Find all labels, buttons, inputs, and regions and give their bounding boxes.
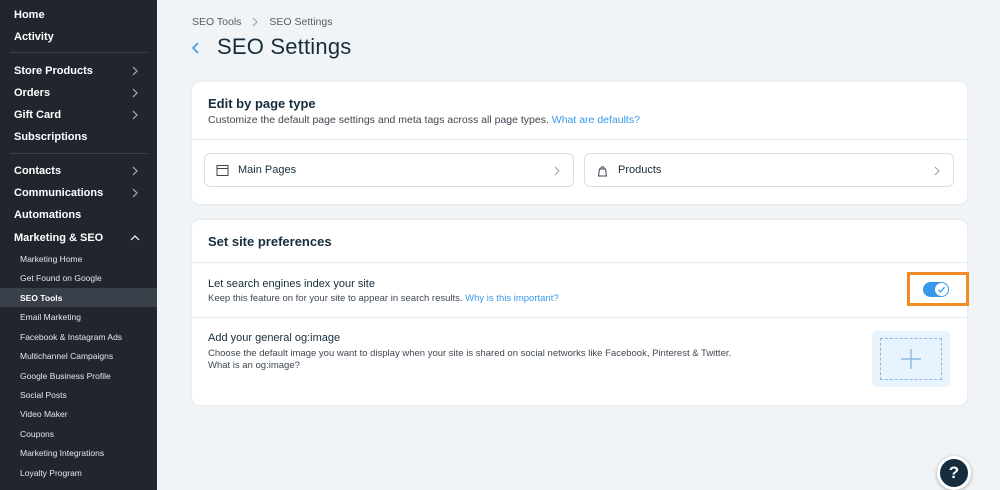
sidebar-subitem-facebook-instagram-ads[interactable]: Facebook & Instagram Ads xyxy=(0,327,157,346)
og-image-title: Add your general og:image xyxy=(208,332,341,344)
sidebar-item-store-products[interactable]: Store Products xyxy=(0,60,157,82)
sidebar-subitem-label: Google Business Profile xyxy=(20,370,111,381)
sidebar-subitem-label: Social Posts xyxy=(20,389,67,400)
breadcrumb-current: SEO Settings xyxy=(269,16,333,28)
chevron-right-icon xyxy=(554,166,560,176)
index-site-subtitle: Keep this feature on for your site to ap… xyxy=(208,293,559,304)
sidebar-item-label: Home xyxy=(14,9,45,21)
sidebar-item-label: Subscriptions xyxy=(14,131,88,143)
index-site-subtitle-text: Keep this feature on for your site to ap… xyxy=(208,293,463,304)
sidebar-subitem-coupons[interactable]: Coupons xyxy=(0,424,157,443)
sidebar-subitem-email-marketing[interactable]: Email Marketing xyxy=(0,307,157,326)
sidebar-subitem-label: Marketing Home xyxy=(20,253,83,264)
sidebar-subitem-multichannel-campaigns[interactable]: Multichannel Campaigns xyxy=(0,346,157,365)
sidebar-subitem-label: Video Maker xyxy=(20,408,68,419)
sidebar-item-label: Orders xyxy=(14,87,51,99)
what-is-og-image-link[interactable]: What is an og:image? xyxy=(208,360,300,371)
help-button[interactable]: ? xyxy=(937,456,971,490)
chevron-right-icon xyxy=(132,110,138,120)
sidebar-subitem-label: Marketing Integrations xyxy=(20,447,105,458)
card-divider xyxy=(192,262,967,263)
sidebar-item-label: Gift Card xyxy=(14,109,62,121)
sidebar-subitem-label: Multichannel Campaigns xyxy=(20,350,114,361)
sidebar-subitem-google-business-profile[interactable]: Google Business Profile xyxy=(0,366,157,385)
sidebar-item-subscriptions[interactable]: Subscriptions xyxy=(0,126,157,148)
toggle-knob xyxy=(935,283,948,296)
card-divider xyxy=(192,317,967,318)
sidebar-item-automations[interactable]: Automations xyxy=(0,204,157,226)
main-pages-label: Main Pages xyxy=(238,164,297,176)
sidebar-item-gift-card[interactable]: Gift Card xyxy=(0,104,157,126)
sidebar-subitem-label: Coupons xyxy=(20,428,55,439)
sidebar-divider xyxy=(10,153,147,154)
plus-icon xyxy=(901,349,921,369)
sidebar-item-label: Marketing & SEO xyxy=(14,232,104,244)
sidebar-item-label: Automations xyxy=(14,209,82,221)
sidebar-item-label: Activity xyxy=(14,31,54,43)
breadcrumb: SEO Tools SEO Settings xyxy=(192,16,332,28)
index-site-toggle[interactable] xyxy=(923,282,949,297)
card-subtitle: Customize the default page settings and … xyxy=(208,114,640,126)
index-site-title: Let search engines index your site xyxy=(208,278,375,290)
checkmark-icon xyxy=(938,286,945,293)
main-pages-button[interactable]: Main Pages xyxy=(204,153,574,187)
back-arrow-icon[interactable] xyxy=(190,41,202,55)
sidebar-subitem-get-found-on-google[interactable]: Get Found on Google xyxy=(0,268,157,287)
sidebar-item-orders[interactable]: Orders xyxy=(0,82,157,104)
page-type-card: Edit by page type Customize the default … xyxy=(192,82,967,204)
chevron-right-icon xyxy=(132,188,138,198)
sidebar-subitem-label: Loyalty Program xyxy=(20,467,82,478)
card-divider xyxy=(192,139,967,140)
og-image-subtitle: Choose the default image you want to dis… xyxy=(208,348,732,359)
sidebar-subitem-loyalty-program[interactable]: Loyalty Program xyxy=(0,463,157,482)
sidebar-subitem-label: Facebook & Instagram Ads xyxy=(20,331,123,342)
card-title: Edit by page type xyxy=(208,96,316,111)
chevron-right-icon xyxy=(132,88,138,98)
card-subtitle-text: Customize the default page settings and … xyxy=(208,114,549,126)
sidebar-item-communications[interactable]: Communications xyxy=(0,182,157,204)
sidebar-subitem-label: SEO Tools xyxy=(20,292,63,303)
sidebar-item-label: Contacts xyxy=(14,165,62,177)
products-button[interactable]: Products xyxy=(584,153,954,187)
products-label: Products xyxy=(618,164,662,176)
sidebar-subitem-video-maker[interactable]: Video Maker xyxy=(0,404,157,423)
og-image-upload[interactable] xyxy=(872,331,950,387)
sidebar-subitem-seo-tools[interactable]: SEO Tools xyxy=(0,288,157,307)
sidebar-subitem-label: Get Found on Google xyxy=(20,272,102,283)
sidebar-item-marketing-seo[interactable]: Marketing & SEO xyxy=(0,227,157,249)
chevron-up-icon xyxy=(130,235,140,241)
breadcrumb-parent-link[interactable]: SEO Tools xyxy=(192,16,241,28)
sidebar-subitem-social-posts[interactable]: Social Posts xyxy=(0,385,157,404)
sidebar-subitem-label: Email Marketing xyxy=(20,311,81,322)
card-title: Set site preferences xyxy=(208,234,332,249)
sidebar-item-activity[interactable]: Activity xyxy=(0,26,157,48)
chevron-right-icon xyxy=(934,166,940,176)
sidebar-divider xyxy=(10,52,147,53)
page-layout-icon xyxy=(216,165,229,176)
why-important-link[interactable]: Why is this important? xyxy=(465,293,558,304)
sidebar-item-label: Communications xyxy=(14,187,104,199)
sidebar-subitem-marketing-integrations[interactable]: Marketing Integrations xyxy=(0,443,157,462)
sidebar-item-label: Store Products xyxy=(14,65,93,77)
chevron-right-icon xyxy=(253,17,259,27)
chevron-right-icon xyxy=(132,166,138,176)
sidebar-item-home[interactable]: Home xyxy=(0,4,157,26)
page-title: SEO Settings xyxy=(217,34,352,59)
main-content: SEO Tools SEO Settings SEO Settings Edit… xyxy=(158,0,1000,490)
sidebar-subitem-marketing-home[interactable]: Marketing Home xyxy=(0,249,157,268)
what-are-defaults-link[interactable]: What are defaults? xyxy=(552,114,640,126)
sidebar-item-contacts[interactable]: Contacts xyxy=(0,160,157,182)
shopping-bag-icon xyxy=(597,166,608,177)
chevron-right-icon xyxy=(132,66,138,76)
sidebar: Home Activity Store Products Orders Gift… xyxy=(0,0,157,490)
site-preferences-card: Set site preferences Let search engines … xyxy=(192,220,969,405)
